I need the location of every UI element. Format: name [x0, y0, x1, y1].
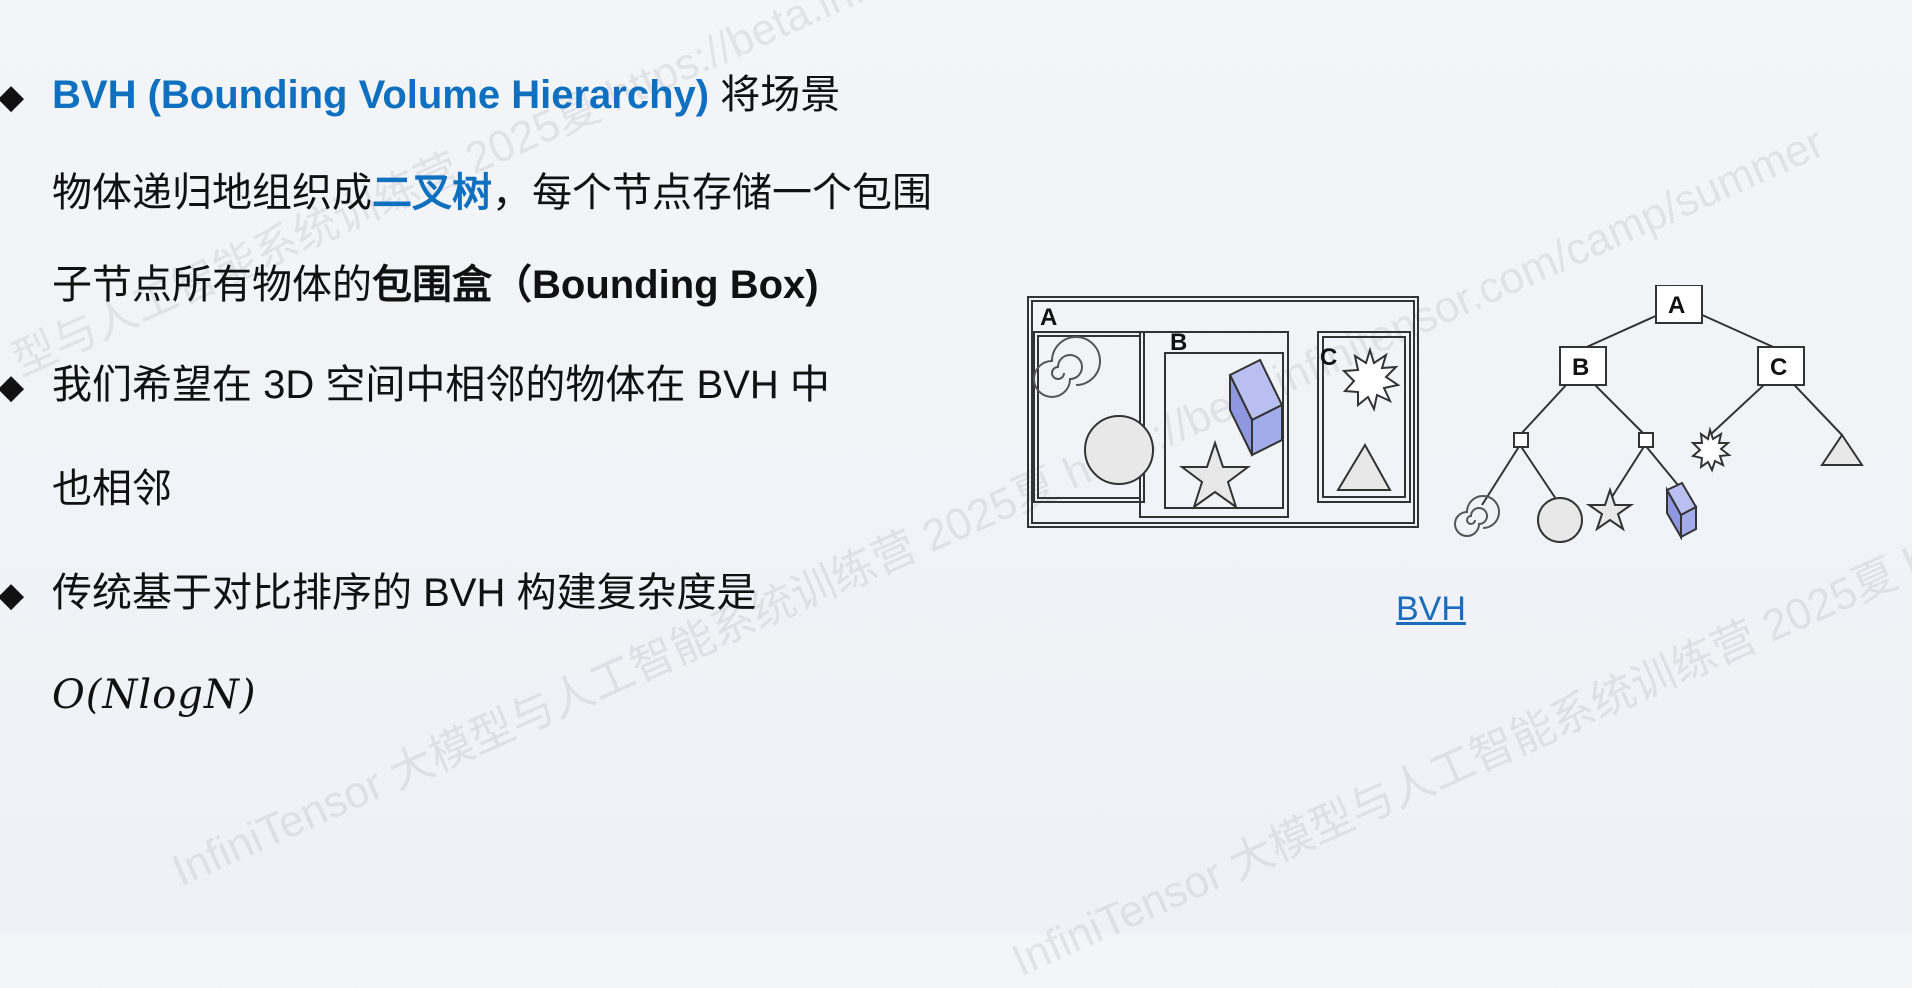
diamond-bullet-icon: ◆	[0, 368, 25, 406]
complexity-formula: O(NlogN)	[52, 672, 257, 718]
leaf-circle-icon	[1537, 497, 1583, 543]
bullet-1-line-3: 子节点所有物体的包围盒（Bounding Box)	[52, 263, 819, 307]
tree-label-b: B	[1572, 354, 1589, 381]
slide: 型与人工智能系统训练营 2025夏 https://beta.infiniten…	[0, 0, 1912, 986]
tree-label-c: C	[1770, 354, 1787, 381]
circle-shape-icon	[1084, 415, 1154, 485]
tree-label-a: A	[1668, 292, 1685, 319]
tree-node-right	[1638, 432, 1654, 448]
bvh-term: BVH (Bounding Volume Hierarchy)	[52, 73, 710, 117]
leaf-star-icon	[1585, 486, 1635, 532]
leaf-box-3d-icon	[1665, 481, 1698, 541]
starburst-icon	[1341, 346, 1401, 412]
box-label-c: C	[1320, 344, 1337, 371]
bullet-3-line-1: 传统基于对比排序的 BVH 构建复杂度是	[52, 571, 757, 615]
spiral-icon	[1033, 336, 1101, 398]
figure-caption-link[interactable]: BVH	[1396, 590, 1466, 629]
box-label-b: B	[1170, 329, 1187, 356]
star-shape-icon	[1179, 439, 1251, 510]
bounding-box-term: 包围盒	[372, 263, 492, 307]
leaf-spiral-icon	[1454, 495, 1500, 537]
bullet-2-line-2: 也相邻	[52, 467, 172, 511]
diamond-bullet-icon: ◆	[0, 576, 25, 614]
binary-tree-term: 二叉树	[372, 171, 492, 215]
box-label-a: A	[1040, 304, 1057, 331]
leaf-starburst-icon	[1690, 426, 1732, 473]
bullet-1-line-1: BVH (Bounding Volume Hierarchy) 将场景	[52, 73, 841, 117]
triangle-shape-icon	[1336, 443, 1392, 491]
box-3d-icon	[1228, 358, 1284, 457]
bullet-1-line-2: 物体递归地组织成二叉树，每个节点存储一个包围	[52, 171, 932, 215]
bullet-2-line-1: 我们希望在 3D 空间中相邻的物体在 BVH 中	[52, 363, 830, 407]
tree-node-left	[1513, 432, 1529, 448]
leaf-triangle-icon	[1820, 433, 1864, 466]
bvh-tree	[1481, 304, 1843, 506]
diamond-bullet-icon: ◆	[0, 78, 25, 116]
